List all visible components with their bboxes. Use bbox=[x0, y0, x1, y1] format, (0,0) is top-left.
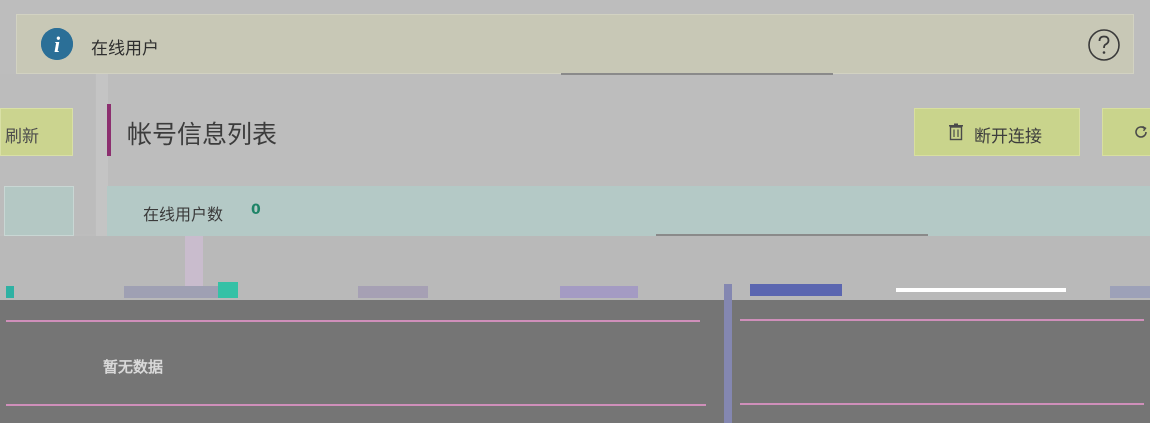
row-divider bbox=[6, 320, 700, 322]
header-cell-placeholder bbox=[750, 284, 842, 296]
header-cell-placeholder bbox=[896, 288, 1066, 292]
header-marker bbox=[6, 286, 14, 298]
empty-state-text: 暂无数据 bbox=[103, 358, 164, 376]
refresh-button[interactable]: 刷新 bbox=[0, 108, 73, 156]
header-cell-placeholder bbox=[560, 286, 638, 298]
header-cell-placeholder bbox=[1110, 286, 1150, 298]
header-marker bbox=[218, 282, 238, 298]
refresh-icon bbox=[1133, 124, 1149, 140]
header-cell-placeholder bbox=[124, 286, 224, 298]
info-icon: i bbox=[41, 28, 73, 60]
row-divider bbox=[740, 403, 1144, 405]
disconnect-button-label: 断开连接 bbox=[974, 127, 1042, 147]
header-marker bbox=[185, 236, 203, 290]
panel-title: 帐号信息列表 bbox=[127, 120, 278, 149]
left-info-cell bbox=[4, 186, 74, 236]
header-cell-placeholder bbox=[358, 286, 428, 298]
trash-icon bbox=[947, 123, 965, 141]
disconnect-button[interactable]: 断开连接 bbox=[914, 108, 1080, 156]
table-header bbox=[0, 236, 1150, 300]
online-count-label: 在线用户数 bbox=[143, 205, 224, 224]
page-title: 在线用户 bbox=[91, 39, 159, 59]
divider bbox=[561, 73, 833, 75]
help-icon[interactable] bbox=[1087, 28, 1121, 62]
row-divider bbox=[6, 404, 706, 406]
svg-text:i: i bbox=[54, 32, 61, 57]
refresh-button-label: 刷新 bbox=[5, 127, 39, 147]
row-divider bbox=[740, 319, 1144, 321]
table-body bbox=[0, 300, 1150, 423]
notice-bar: i 在线用户 bbox=[16, 14, 1134, 74]
online-count-row: 在线用户数 0 bbox=[107, 186, 1150, 236]
title-accent-bar bbox=[107, 104, 111, 156]
column-separator bbox=[724, 284, 732, 423]
online-count-value: 0 bbox=[251, 202, 261, 218]
refresh-button-right[interactable] bbox=[1102, 108, 1150, 156]
